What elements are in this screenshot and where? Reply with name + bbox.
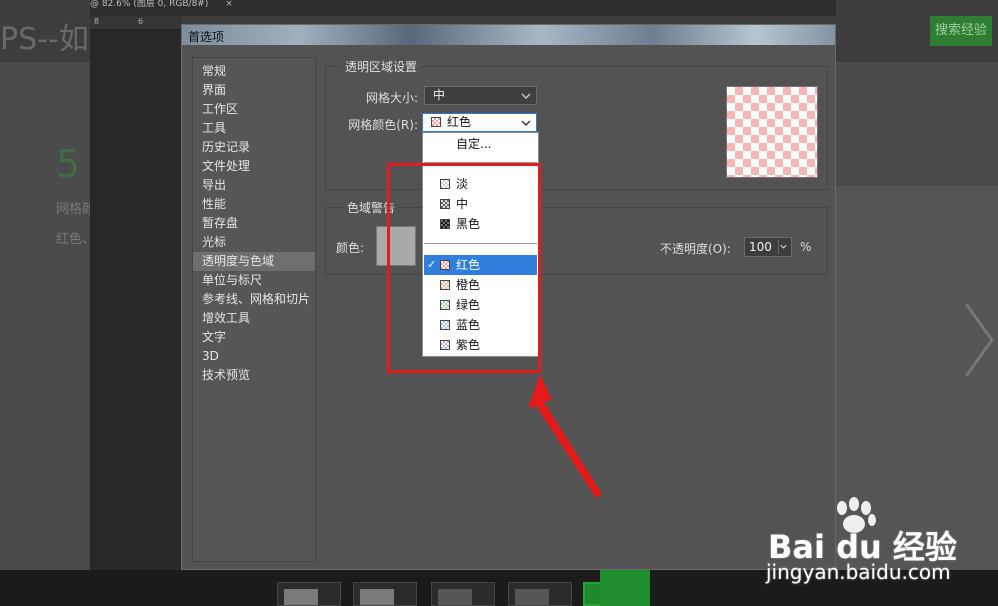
horizontal-ruler: 8 6 bbox=[90, 16, 182, 30]
chevron-down-icon[interactable] bbox=[778, 240, 788, 254]
opacity-unit: % bbox=[800, 240, 812, 254]
dropdown-item-custom[interactable]: 自定... bbox=[424, 134, 537, 154]
grid-color-label: 网格颜色(R): bbox=[348, 118, 418, 132]
step-number: 5 bbox=[56, 142, 81, 186]
transparency-section-title: 透明区域设置 bbox=[341, 58, 422, 75]
close-icon[interactable]: × bbox=[225, 0, 233, 9]
chevron-down-icon bbox=[521, 93, 531, 99]
opacity-label: 不透明度(O): bbox=[660, 242, 731, 256]
nav-item-file-handling[interactable]: 文件处理 bbox=[193, 157, 315, 176]
nav-item-units-rulers[interactable]: 单位与标尺 bbox=[193, 271, 315, 290]
grid-size-value: 中 bbox=[433, 88, 446, 102]
nav-item-guides-grid-slices[interactable]: 参考线、网格和切片 bbox=[193, 290, 315, 309]
annotation-arrow-icon bbox=[528, 374, 602, 498]
red-swatch-icon bbox=[431, 117, 441, 127]
grid-color-select[interactable]: 红色 bbox=[422, 113, 537, 132]
nav-item-3d[interactable]: 3D bbox=[193, 347, 315, 366]
thumbnail[interactable] bbox=[277, 582, 341, 606]
search-experience-button[interactable]: 搜索经验 bbox=[930, 16, 992, 46]
opacity-value: 100 bbox=[749, 240, 772, 254]
document-tab-label: @ 82.6% (图层 0, RGB/8#) bbox=[90, 0, 209, 9]
nav-item-cursors[interactable]: 光标 bbox=[193, 233, 315, 252]
nav-item-tools[interactable]: 工具 bbox=[193, 119, 315, 138]
watermark-url: jingyan.baidu.com bbox=[766, 560, 951, 584]
nav-item-history[interactable]: 历史记录 bbox=[193, 138, 315, 157]
chevron-down-icon bbox=[521, 120, 531, 126]
annotation-highlight-box bbox=[387, 163, 541, 373]
nav-item-workspace[interactable]: 工作区 bbox=[193, 100, 315, 119]
gamut-color-label: 颜色: bbox=[336, 241, 365, 255]
grid-size-select[interactable]: 中 bbox=[424, 86, 537, 105]
document-tab[interactable]: @ 82.6% (图层 0, RGB/8#) × bbox=[90, 0, 250, 10]
grid-size-label: 网格大小: bbox=[365, 91, 418, 105]
nav-item-interface[interactable]: 界面 bbox=[193, 81, 315, 100]
thumbnail[interactable] bbox=[508, 582, 572, 606]
nav-item-type[interactable]: 文字 bbox=[193, 328, 315, 347]
canvas-area bbox=[90, 30, 182, 570]
thumbnail[interactable] bbox=[353, 582, 417, 606]
nav-item-transparency-gamut[interactable]: 透明度与色域 bbox=[193, 252, 315, 271]
opacity-input[interactable]: 100 bbox=[744, 237, 792, 257]
next-slide-chevron-icon[interactable] bbox=[958, 300, 998, 380]
thumbnail[interactable] bbox=[431, 582, 495, 606]
ruler-mark: 8 bbox=[94, 17, 100, 26]
nav-item-plugins[interactable]: 增效工具 bbox=[193, 309, 315, 328]
dialog-title: 首选项 bbox=[188, 30, 225, 44]
transparency-preview bbox=[726, 86, 818, 178]
nav-item-performance[interactable]: 性能 bbox=[193, 195, 315, 214]
dialog-titlebar[interactable]: 首选项 bbox=[182, 25, 835, 45]
nav-item-general[interactable]: 常规 bbox=[193, 62, 315, 81]
nav-item-export[interactable]: 导出 bbox=[193, 176, 315, 195]
nav-item-scratch-disks[interactable]: 暂存盘 bbox=[193, 214, 315, 233]
nav-item-technology-previews[interactable]: 技术预览 bbox=[193, 366, 315, 385]
grid-color-value: 红色 bbox=[447, 115, 472, 129]
ruler-mark: 6 bbox=[138, 17, 144, 26]
preferences-nav-list: 常规 界面 工作区 工具 历史记录 文件处理 导出 性能 暂存盘 光标 透明度与… bbox=[192, 57, 316, 562]
